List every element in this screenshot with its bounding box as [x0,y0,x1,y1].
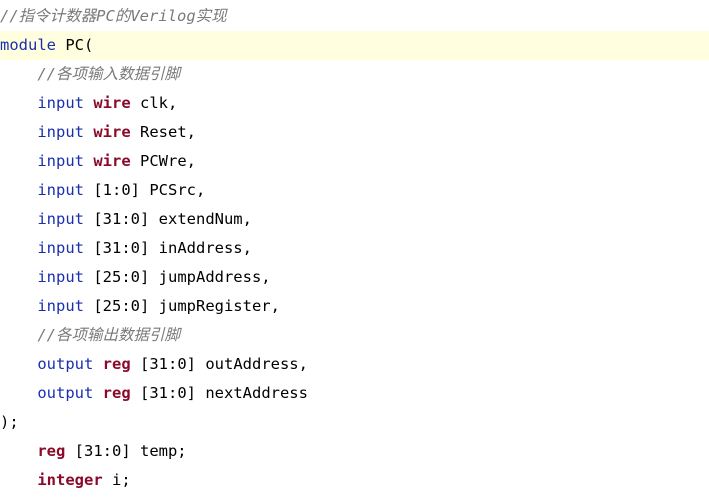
code-line[interactable]: input [31:0] extendNum, [0,205,709,234]
code-token-keyword: module [0,36,56,54]
code-token-punct: ); [0,413,19,431]
code-token-indent [0,94,37,112]
code-line[interactable]: input [25:0] jumpRegister, [0,292,709,321]
code-token-keyword: input [37,210,84,228]
code-token-indent [0,210,37,228]
code-line[interactable]: input [25:0] jumpAddress, [0,263,709,292]
code-token-keyword: input [37,123,84,141]
code-token-indent [0,152,37,170]
code-token-ident: [31:0] nextAddress [130,384,308,402]
code-line[interactable]: //指令计数器PC的Verilog实现 [0,2,709,31]
code-line[interactable]: integer i; [0,466,709,495]
code-token-indent [0,239,37,257]
code-token-keyword: output [37,355,94,373]
code-token-comment: //各项输出数据引脚 [37,326,180,344]
code-line[interactable]: //各项输出数据引脚 [0,321,709,350]
code-token-ident: [31:0] inAddress, [84,239,252,257]
code-token-ident: clk, [130,94,178,112]
code-line[interactable]: input [1:0] PCSrc, [0,176,709,205]
code-token-ident: i; [102,471,131,489]
code-token-ident [84,94,93,112]
code-token-ident: [31:0] outAddress, [130,355,308,373]
code-token-ident: Reset, [130,123,196,141]
code-token-indent [0,471,37,489]
code-token-keyword: input [37,268,84,286]
code-editor[interactable]: //指令计数器PC的Verilog实现 module PC( //各项输入数据引脚… [0,0,709,500]
code-token-ident: [31:0] temp; [65,442,187,460]
code-token-indent [0,442,37,460]
code-token-keyword: output [37,384,94,402]
code-token-keyword: input [37,152,84,170]
code-token-keyword: input [37,94,84,112]
code-token-type: wire [93,94,131,112]
code-line-current[interactable]: module PC( [0,31,709,60]
code-token-ident: [1:0] PCSrc, [84,181,206,199]
code-token-type: integer [37,471,103,489]
code-token-indent [0,123,37,141]
code-token-ident [93,355,102,373]
code-token-keyword: input [37,297,84,315]
code-token-type: reg [102,355,131,373]
code-line[interactable]: //各项输入数据引脚 [0,60,709,89]
code-token-keyword: input [37,181,84,199]
code-token-type: wire [93,152,131,170]
code-line[interactable]: reg [31:0] temp; [0,437,709,466]
code-token-ident: PC( [56,36,94,54]
code-token-indent [0,181,37,199]
code-line[interactable]: output reg [31:0] outAddress, [0,350,709,379]
code-token-ident: [25:0] jumpRegister, [84,297,280,315]
code-token-comment: //各项输入数据引脚 [37,65,180,83]
code-token-ident [84,123,93,141]
code-token-keyword: input [37,239,84,257]
code-line[interactable]: input [31:0] inAddress, [0,234,709,263]
code-token-indent [0,384,37,402]
code-token-ident: [25:0] jumpAddress, [84,268,271,286]
code-line[interactable]: input wire PCWre, [0,147,709,176]
code-token-type: reg [102,384,131,402]
code-token-comment: //指令计数器PC的Verilog实现 [0,7,227,25]
code-token-ident [84,152,93,170]
code-line[interactable]: ); [0,408,709,437]
code-token-indent [0,326,37,344]
code-line[interactable]: input wire clk, [0,89,709,118]
code-token-indent [0,297,37,315]
code-line[interactable]: input wire Reset, [0,118,709,147]
code-token-indent [0,65,37,83]
code-token-ident: [31:0] extendNum, [84,210,252,228]
code-token-indent [0,268,37,286]
code-line[interactable]: output reg [31:0] nextAddress [0,379,709,408]
code-token-indent [0,355,37,373]
code-token-ident: PCWre, [130,152,196,170]
code-token-type: wire [93,123,131,141]
code-token-type: reg [37,442,66,460]
code-token-ident [93,384,102,402]
